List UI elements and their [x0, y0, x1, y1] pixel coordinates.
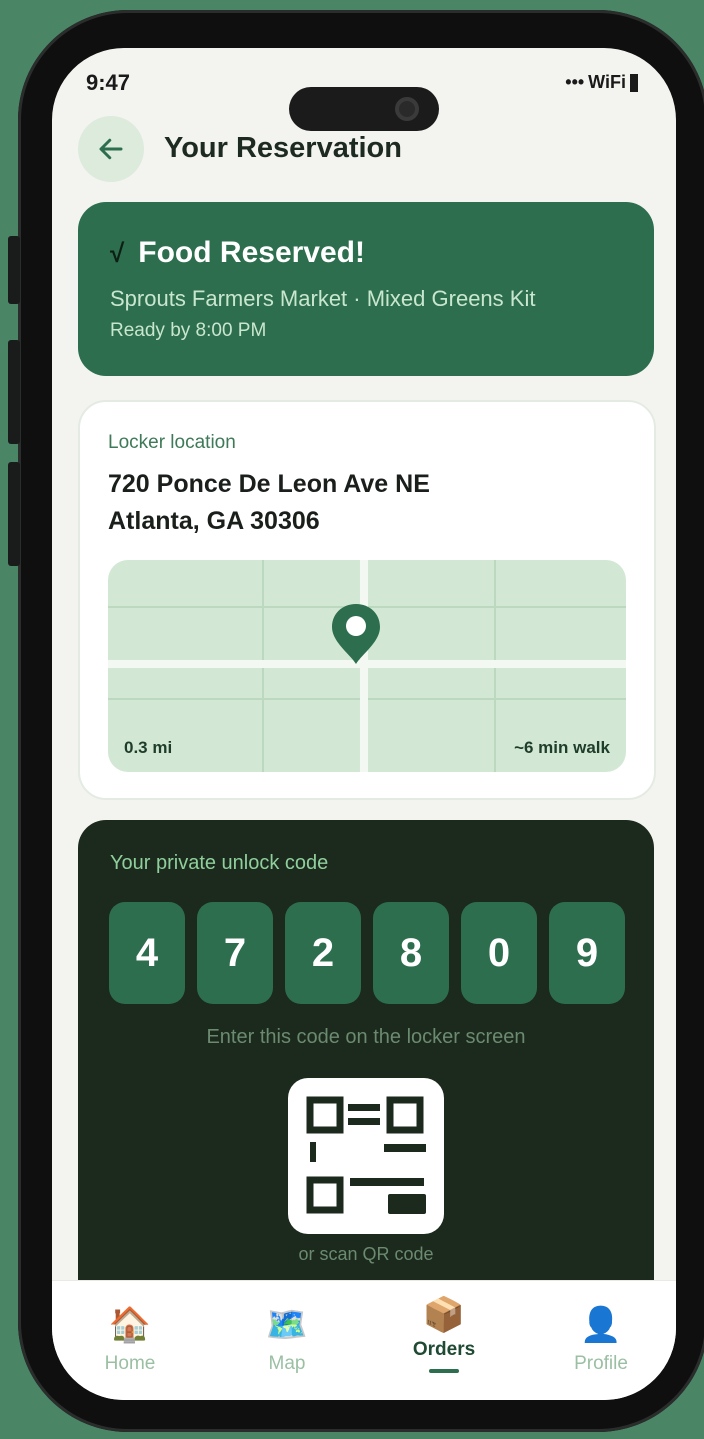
code-digit: 4 [109, 902, 185, 1004]
signal-icon: ••• [565, 72, 585, 92]
locker-address: 720 Ponce De Leon Ave NE Atlanta, GA 303… [108, 466, 430, 540]
camera-icon [395, 97, 419, 121]
code-digit: 8 [373, 902, 449, 1004]
code-digit: 2 [285, 902, 361, 1004]
reservation-title: Food Reserved! [138, 236, 365, 269]
volume-down-button [8, 462, 20, 566]
status-indicators: ••• WiFi [565, 72, 638, 93]
address-line-1: 720 Ponce De Leon Ave NE [108, 470, 430, 498]
bottom-tab-bar: 🏠 Home 🗺️ Map 📦 Orders 👤 Profile [52, 1280, 676, 1400]
locker-location-card: Locker location 720 Ponce De Leon Ave NE… [78, 400, 656, 800]
dynamic-island [289, 87, 439, 131]
locker-label: Locker location [108, 432, 236, 453]
active-tab-indicator [429, 1369, 459, 1373]
qr-code[interactable] [288, 1078, 444, 1234]
tab-map-label: Map [268, 1353, 306, 1374]
code-digit: 0 [461, 902, 537, 1004]
tab-home-label: Home [104, 1353, 156, 1374]
profile-icon: 👤 [579, 1306, 623, 1344]
reservation-details: Sprouts Farmers Market · Mixed Greens Ki… [110, 286, 536, 311]
location-pin-icon [332, 604, 380, 664]
unlock-code-hint: Enter this code on the locker screen [206, 1026, 526, 1048]
map-distance: 0.3 mi [124, 738, 173, 757]
wifi-label: WiFi [588, 72, 626, 92]
qr-caption: or scan QR code [298, 1244, 434, 1264]
map-walk-time: ~6 min walk [514, 738, 610, 757]
tab-profile[interactable]: 👤 Profile [541, 1305, 661, 1375]
tab-orders[interactable]: 📦 Orders [384, 1295, 504, 1373]
back-button[interactable] [78, 116, 144, 182]
check-icon: √ [110, 237, 125, 268]
silent-switch [8, 236, 20, 304]
tab-home[interactable]: 🏠 Home [70, 1305, 190, 1375]
address-line-2: Atlanta, GA 30306 [108, 507, 320, 535]
volume-up-button [8, 340, 20, 444]
tab-map[interactable]: 🗺️ Map [227, 1305, 347, 1375]
unlock-code-card: Your private unlock code 4 7 2 8 0 9 Ent… [78, 820, 654, 1340]
unlock-code-label: Your private unlock code [110, 852, 329, 874]
code-digit: 7 [197, 902, 273, 1004]
reservation-heading: √ Food Reserved! [110, 236, 365, 270]
app-screen: 9:47 ••• WiFi Your Reservation √ Food Re… [52, 48, 676, 1400]
tab-orders-label: Orders [412, 1339, 476, 1360]
arrow-left-icon [99, 138, 123, 160]
package-icon: 📦 [422, 1296, 466, 1334]
locker-map[interactable]: 0.3 mi ~6 min walk [108, 560, 626, 772]
map-icon: 🗺️ [265, 1306, 309, 1344]
status-time: 9:47 [86, 70, 131, 95]
reservation-ready-time: Ready by 8:00 PM [110, 320, 267, 341]
page-title: Your Reservation [164, 132, 402, 164]
reservation-confirmation-card: √ Food Reserved! Sprouts Farmers Market … [78, 202, 654, 376]
house-icon: 🏠 [108, 1306, 152, 1344]
tab-profile-label: Profile [574, 1353, 628, 1374]
qr-code-icon [306, 1096, 426, 1214]
unlock-code-digits: 4 7 2 8 0 9 [109, 902, 625, 1004]
code-digit: 9 [549, 902, 625, 1004]
battery-icon [630, 73, 638, 92]
